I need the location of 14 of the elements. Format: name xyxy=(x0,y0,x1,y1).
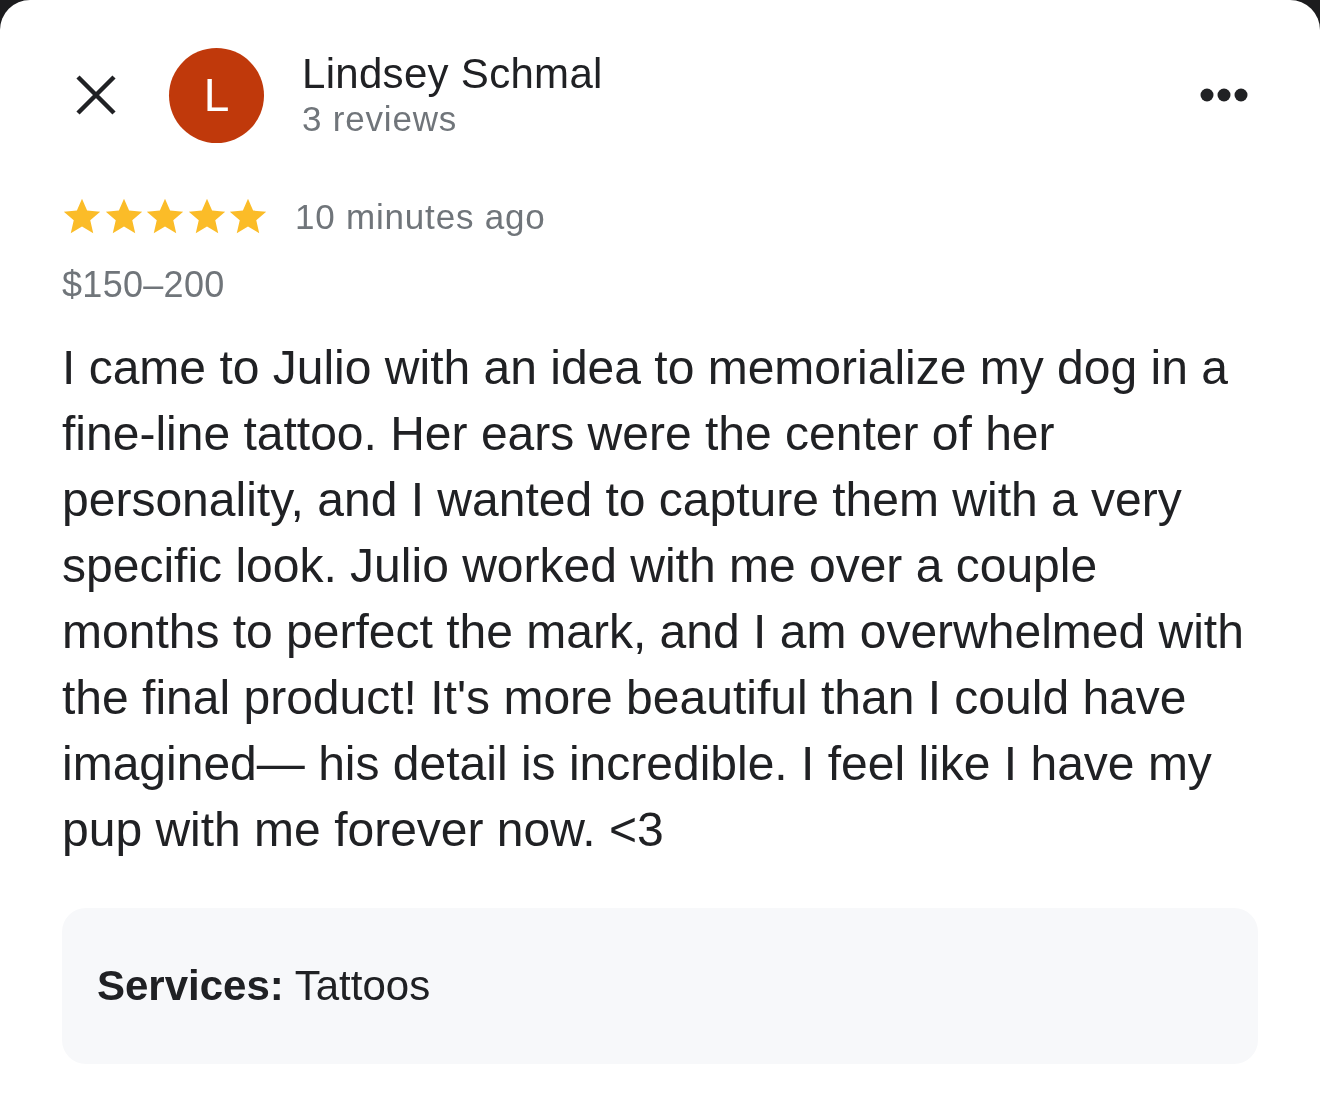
review-count: 3 reviews xyxy=(302,98,459,140)
review-time: 10 minutes ago xyxy=(295,197,546,237)
star-icon xyxy=(145,198,185,236)
star-icon xyxy=(228,198,268,236)
star-icon xyxy=(62,198,102,236)
reviewer-name[interactable]: Lindsey Schmal xyxy=(302,50,603,98)
services-text: Services: Tattoos xyxy=(97,962,431,1010)
close-icon xyxy=(75,74,117,116)
more-icon xyxy=(1200,88,1248,102)
more-button[interactable] xyxy=(1200,88,1248,102)
price-range: $150–200 xyxy=(62,264,226,306)
avatar: L xyxy=(169,47,264,143)
review-text: I came to Julio with an idea to memorialize my dog in a fine-line tattoo. Her ears were the center of her personality, and I wanted to capture them with a very specific look. Julio worked with me over a couple months to perfect the mark, and I am overwhelmed with the final product! It's more beautiful than I could have imagined— his detail is incredible. I feel like I have my pup with me forever now. <3 xyxy=(62,340,1245,858)
close-button[interactable] xyxy=(75,74,117,116)
